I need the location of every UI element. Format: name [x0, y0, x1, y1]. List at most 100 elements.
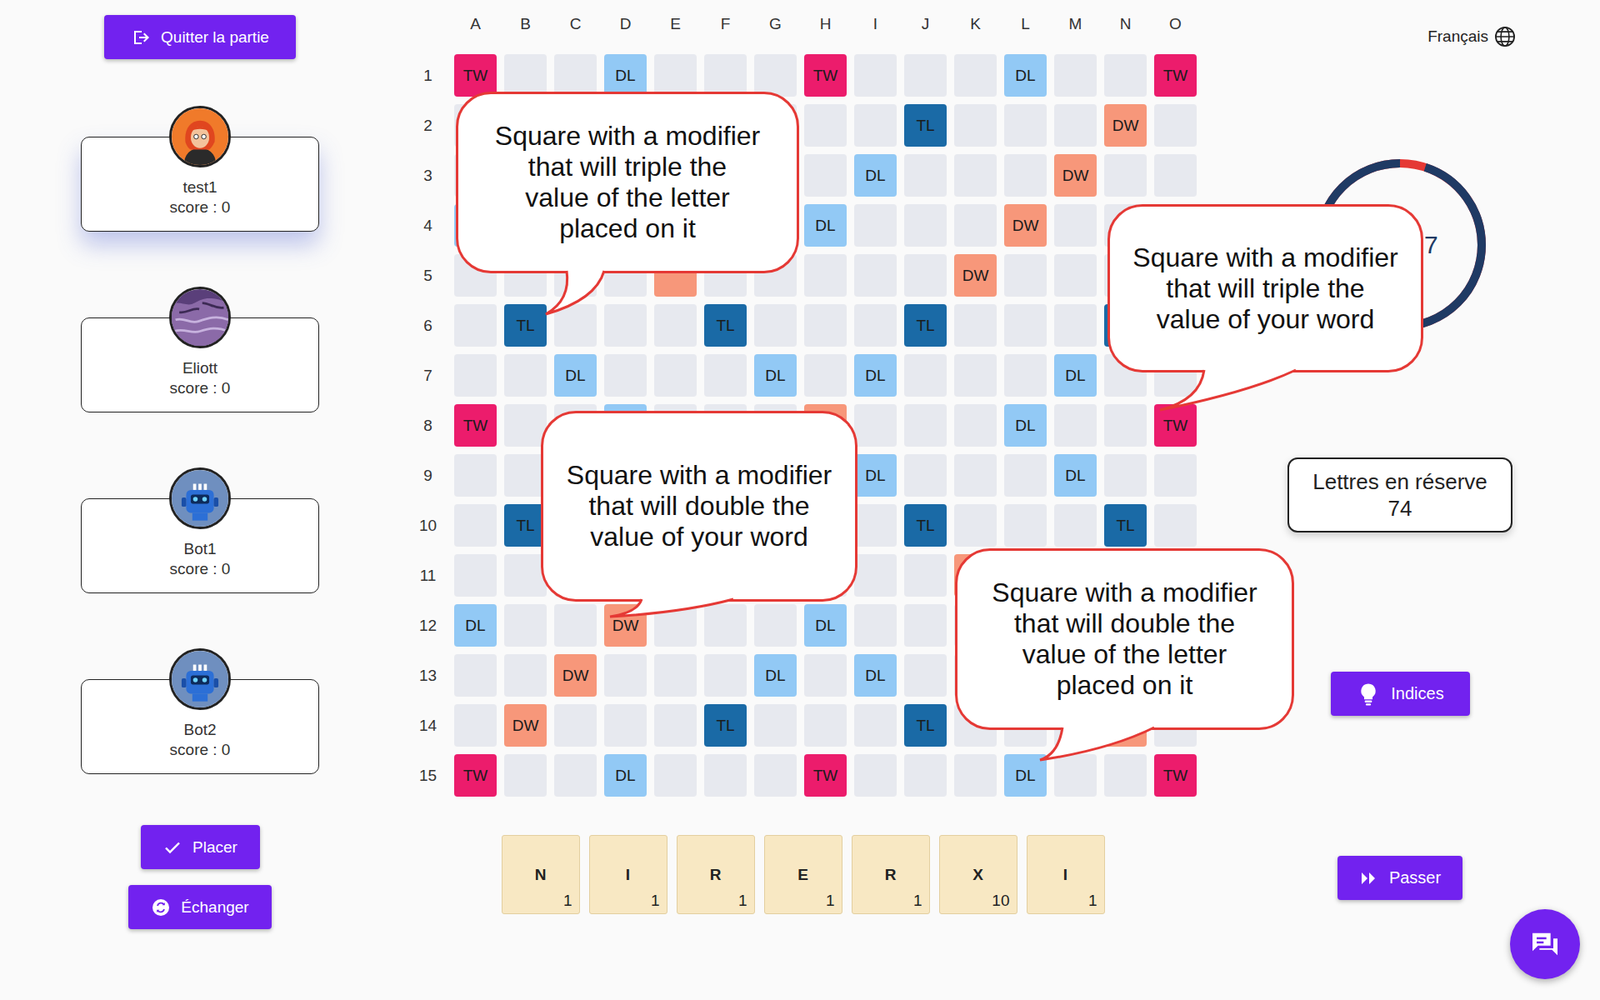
board-square[interactable] [1004, 154, 1047, 197]
board-square[interactable] [854, 754, 897, 797]
board-square[interactable] [904, 754, 947, 797]
board-square[interactable]: DL [804, 604, 847, 647]
board-square[interactable] [504, 754, 547, 797]
board-square[interactable] [504, 54, 547, 97]
board-square[interactable] [554, 604, 597, 647]
board-square[interactable] [754, 54, 797, 97]
board-square[interactable] [1054, 254, 1097, 297]
tile-letter[interactable]: R [710, 865, 722, 914]
board-square[interactable] [654, 304, 697, 347]
board-square[interactable] [904, 554, 947, 597]
tile-letter[interactable]: I [1063, 865, 1068, 914]
board-square[interactable] [604, 654, 647, 697]
board-square[interactable] [654, 704, 697, 747]
board-square[interactable] [704, 754, 747, 797]
tile-letter[interactable]: E [797, 865, 809, 914]
board-square[interactable] [954, 504, 997, 547]
board-square[interactable]: TW [1154, 404, 1197, 447]
board-square[interactable]: DL [854, 154, 897, 197]
letter-tile[interactable]: R1 [676, 835, 755, 915]
board-square[interactable]: DW [1004, 204, 1047, 247]
board-square[interactable] [1004, 254, 1047, 297]
board-square[interactable]: DW [554, 654, 597, 697]
board-square[interactable] [654, 604, 697, 647]
letter-tile[interactable]: R1 [851, 835, 930, 915]
board-square[interactable] [1054, 104, 1097, 147]
board-square[interactable] [654, 54, 697, 97]
board-square[interactable] [854, 254, 897, 297]
board-square[interactable]: DL [754, 354, 797, 397]
board-square[interactable] [804, 654, 847, 697]
board-square[interactable] [1054, 304, 1097, 347]
chat-button[interactable] [1510, 909, 1580, 980]
board-square[interactable] [454, 304, 497, 347]
board-square[interactable] [854, 604, 897, 647]
board-square[interactable] [454, 454, 497, 497]
board-square[interactable] [954, 154, 997, 197]
board-square[interactable]: DL [854, 354, 897, 397]
board-square[interactable] [454, 354, 497, 397]
board-square[interactable]: DW [954, 254, 997, 297]
board-square[interactable]: TL [504, 304, 547, 347]
board-square[interactable]: DW [1054, 154, 1097, 197]
board-square[interactable] [504, 604, 547, 647]
board-square[interactable] [1054, 504, 1097, 547]
pass-button[interactable]: Passer [1337, 855, 1463, 900]
board-square[interactable] [504, 404, 547, 447]
board-square[interactable] [554, 754, 597, 797]
tile-letter[interactable]: X [972, 865, 984, 914]
board-square[interactable] [904, 654, 947, 697]
board-square[interactable]: TL [904, 104, 947, 147]
board-square[interactable] [604, 354, 647, 397]
board-square[interactable]: TW [454, 754, 497, 797]
board-square[interactable]: TL [904, 304, 947, 347]
place-button[interactable]: Placer [140, 825, 260, 870]
board-square[interactable] [1154, 504, 1197, 547]
board-square[interactable] [754, 704, 797, 747]
board-square[interactable] [954, 54, 997, 97]
board-square[interactable] [954, 354, 997, 397]
board-square[interactable] [654, 654, 697, 697]
board-square[interactable] [904, 454, 947, 497]
place-label[interactable]: Placer [192, 838, 238, 857]
board-square[interactable] [804, 304, 847, 347]
board-square[interactable] [1154, 104, 1197, 147]
board-square[interactable] [1104, 754, 1147, 797]
board-square[interactable]: DL [604, 754, 647, 797]
board-square[interactable] [1104, 454, 1147, 497]
board-square[interactable] [754, 604, 797, 647]
board-square[interactable] [954, 104, 997, 147]
board-square[interactable] [604, 304, 647, 347]
tile-letter[interactable]: I [625, 865, 630, 914]
board-square[interactable] [1054, 754, 1097, 797]
board-square[interactable] [654, 354, 697, 397]
board-square[interactable] [1054, 54, 1097, 97]
board-square[interactable] [854, 54, 897, 97]
board-square[interactable]: TW [1154, 54, 1197, 97]
board-square[interactable] [954, 304, 997, 347]
board-square[interactable] [854, 104, 897, 147]
letter-tile[interactable]: E1 [764, 835, 843, 915]
board-square[interactable] [954, 454, 997, 497]
board-square[interactable] [454, 704, 497, 747]
board-square[interactable]: DL [854, 654, 897, 697]
board-square[interactable] [454, 554, 497, 597]
quit-button[interactable]: Quitter la partie [104, 15, 296, 60]
board-square[interactable]: TL [704, 304, 747, 347]
tile-letter[interactable]: N [535, 865, 547, 914]
board-square[interactable] [854, 304, 897, 347]
board-square[interactable] [704, 654, 747, 697]
letter-tile[interactable]: I1 [1026, 835, 1105, 915]
board-square[interactable] [904, 204, 947, 247]
board-square[interactable]: DL [1004, 54, 1047, 97]
board-square[interactable]: TL [1104, 504, 1147, 547]
board-square[interactable] [904, 354, 947, 397]
board-square[interactable] [1104, 154, 1147, 197]
board-square[interactable]: TL [704, 704, 747, 747]
theme-toggle[interactable] [1550, 22, 1575, 51]
board-square[interactable] [854, 704, 897, 747]
board-square[interactable] [904, 604, 947, 647]
board-square[interactable]: DW [604, 604, 647, 647]
board-square[interactable] [954, 204, 997, 247]
board-square[interactable] [454, 504, 497, 547]
